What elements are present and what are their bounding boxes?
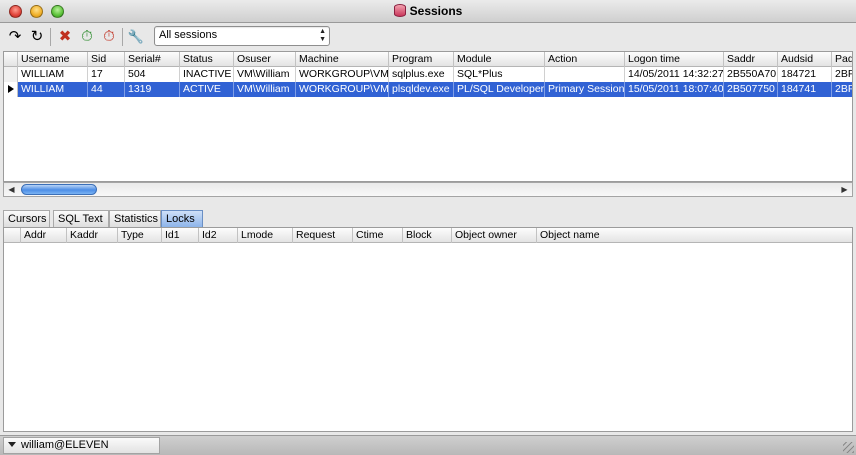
sessions-horizontal-scrollbar[interactable]: ◀ ▶ — [3, 182, 853, 197]
pane-splitter[interactable] — [0, 200, 856, 206]
current-row-arrow-icon — [8, 85, 14, 93]
window-title: Sessions — [409, 4, 463, 18]
cell-module: PL/SQL Developer — [454, 82, 545, 97]
column-header[interactable]: Ctime — [353, 228, 403, 243]
cell-module: SQL*Plus — [454, 67, 545, 82]
locks-grid-header: Addr Kaddr Type Id1 Id2 Lmode Request Ct… — [4, 228, 852, 243]
column-header[interactable]: Machine — [296, 52, 389, 67]
column-header[interactable]: Audsid — [778, 52, 832, 67]
cell-status: INACTIVE — [180, 67, 234, 82]
cell-audsid: 184741 — [778, 82, 832, 97]
kill-session-button[interactable]: ✖ — [55, 27, 75, 47]
session-filter-select[interactable]: All sessions ▲ ▼ — [154, 26, 330, 46]
locks-grid[interactable]: Addr Kaddr Type Id1 Id2 Lmode Request Ct… — [3, 227, 853, 432]
connection-selector[interactable]: william@ELEVEN — [3, 437, 160, 454]
cell-serial: 1319 — [125, 82, 180, 97]
scroll-right-arrow-icon[interactable]: ▶ — [837, 183, 852, 196]
connection-label: william@ELEVEN — [21, 439, 109, 451]
column-header[interactable]: Saddr — [724, 52, 778, 67]
cell-logon-time: 14/05/2011 14:32:27 — [625, 67, 724, 82]
cell-paddr: 2BF — [832, 82, 852, 97]
toolbar: ↷ ↻ ✖ ⏱ ⏱ 🔧 All sessions ▲ ▼ — [0, 24, 856, 50]
timer-start-button[interactable]: ⏱ — [77, 27, 97, 47]
cell-logon-time: 15/05/2011 18:07:40 — [625, 82, 724, 97]
cell-status: ACTIVE — [180, 82, 234, 97]
column-header[interactable]: Id2 — [199, 228, 238, 243]
column-header[interactable]: Addr — [21, 228, 67, 243]
title-bar: Sessions — [0, 0, 856, 23]
refresh-button[interactable]: ↷ — [5, 27, 25, 47]
column-header[interactable]: Object name — [537, 228, 852, 243]
table-row[interactable]: WILLIAM 17 504 INACTIVE VM\William WORKG… — [4, 67, 852, 82]
tab-sql-text[interactable]: SQL Text — [53, 210, 109, 227]
cell-serial: 504 — [125, 67, 180, 82]
cell-action — [545, 67, 625, 82]
table-row-selected[interactable]: WILLIAM 44 1319 ACTIVE VM\William WORKGR… — [4, 82, 852, 97]
cell-program: plsqldev.exe — [389, 82, 454, 97]
database-icon — [393, 4, 406, 17]
column-header[interactable]: Object owner — [452, 228, 537, 243]
status-bar: william@ELEVEN — [0, 435, 856, 455]
cell-username: WILLIAM — [18, 82, 88, 97]
tab-statistics[interactable]: Statistics — [109, 210, 161, 227]
kill-session-icon: ✖ — [58, 28, 72, 45]
row-indicator — [4, 67, 18, 82]
header-indicator-cell — [4, 52, 18, 67]
column-header[interactable]: Id1 — [162, 228, 199, 243]
cell-saddr: 2B550A70 — [724, 67, 778, 82]
tab-cursors[interactable]: Cursors — [3, 210, 50, 227]
scroll-left-arrow-icon[interactable]: ◀ — [4, 183, 19, 196]
scrollbar-thumb[interactable] — [21, 184, 97, 195]
cell-machine: WORKGROUP\VM — [296, 67, 389, 82]
cell-action: Primary Session — [545, 82, 625, 97]
updown-arrows-icon: ▲ ▼ — [319, 28, 326, 43]
row-indicator — [4, 82, 18, 97]
resize-grip-icon[interactable] — [843, 442, 854, 453]
sessions-grid-header: Username Sid Serial# Status Osuser Machi… — [4, 52, 852, 67]
dropdown-caret-icon — [8, 442, 16, 447]
column-header[interactable]: Lmode — [238, 228, 293, 243]
timer-start-icon: ⏱ — [81, 28, 93, 45]
column-header[interactable]: Sid — [88, 52, 125, 67]
column-header[interactable]: Kaddr — [67, 228, 118, 243]
cell-osuser: VM\William — [234, 67, 296, 82]
column-header[interactable]: Pad — [832, 52, 852, 67]
cell-program: sqlplus.exe — [389, 67, 454, 82]
column-header[interactable]: Request — [293, 228, 353, 243]
cell-sid: 44 — [88, 82, 125, 97]
column-header[interactable]: Module — [454, 52, 545, 67]
cell-paddr: 2BF — [832, 67, 852, 82]
sessions-grid[interactable]: Username Sid Serial# Status Osuser Machi… — [3, 51, 853, 182]
auto-refresh-icon: ↻ — [30, 28, 44, 45]
toolbar-separator — [50, 28, 51, 46]
wrench-icon: 🔧 — [127, 29, 145, 44]
settings-button[interactable]: 🔧 — [126, 27, 146, 47]
column-header[interactable]: Status — [180, 52, 234, 67]
cell-username: WILLIAM — [18, 67, 88, 82]
column-header[interactable]: Block — [403, 228, 452, 243]
column-header[interactable]: Action — [545, 52, 625, 67]
cell-saddr: 2B507750 — [724, 82, 778, 97]
cell-osuser: VM\William — [234, 82, 296, 97]
column-header[interactable]: Username — [18, 52, 88, 67]
refresh-icon: ↷ — [8, 28, 22, 45]
column-header[interactable]: Program — [389, 52, 454, 67]
column-header[interactable]: Serial# — [125, 52, 180, 67]
tab-locks[interactable]: Locks — [161, 210, 203, 227]
cell-machine: WORKGROUP\VM — [296, 82, 389, 97]
window-title-container: Sessions — [0, 4, 856, 18]
cell-audsid: 184721 — [778, 67, 832, 82]
column-header[interactable]: Type — [118, 228, 162, 243]
timer-stop-button[interactable]: ⏱ — [99, 27, 119, 47]
timer-stop-icon: ⏱ — [103, 28, 115, 45]
session-filter-value: All sessions — [159, 29, 218, 41]
header-indicator-cell — [4, 228, 21, 243]
toolbar-separator — [122, 28, 123, 46]
column-header[interactable]: Logon time — [625, 52, 724, 67]
auto-refresh-button[interactable]: ↻ — [27, 27, 47, 47]
column-header[interactable]: Osuser — [234, 52, 296, 67]
cell-sid: 17 — [88, 67, 125, 82]
